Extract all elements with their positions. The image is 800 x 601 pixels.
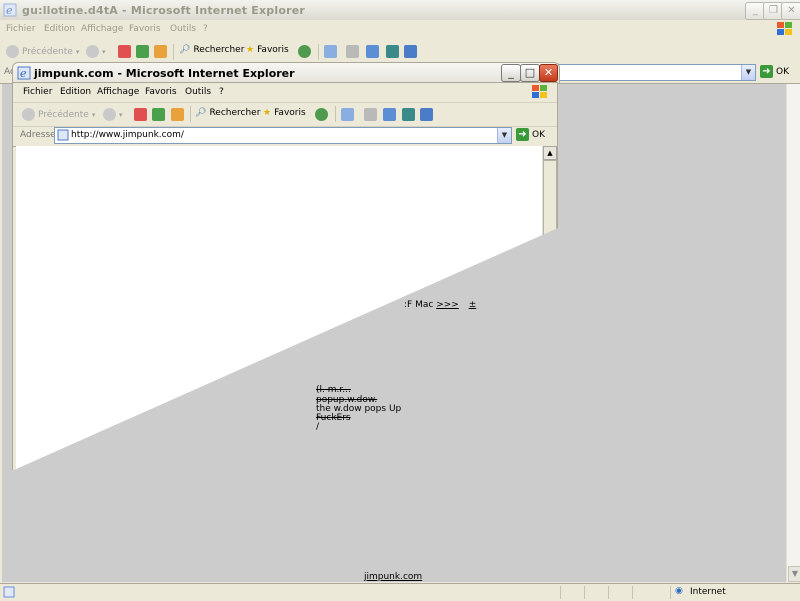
- plus-link[interactable]: ±: [469, 300, 477, 310]
- poem-line-4: FuckErs: [316, 413, 351, 423]
- poem-line-1-text: (l. m.r...: [316, 385, 351, 395]
- mac-link[interactable]: >>>: [436, 300, 459, 310]
- mac-prefix: :F Mac: [404, 300, 434, 310]
- poem-line-5-text: /: [316, 422, 320, 432]
- poem-line-4-text: FuckErs: [316, 413, 351, 423]
- poem-line-1: (l. m.r...: [316, 385, 351, 395]
- footer-link[interactable]: jimpunk.com: [364, 572, 422, 582]
- poem-line-5: /: [316, 422, 319, 432]
- mac-link-row: :F Mac >>> ±: [404, 300, 476, 310]
- guillotine-cut-overlay: [2, 228, 786, 582]
